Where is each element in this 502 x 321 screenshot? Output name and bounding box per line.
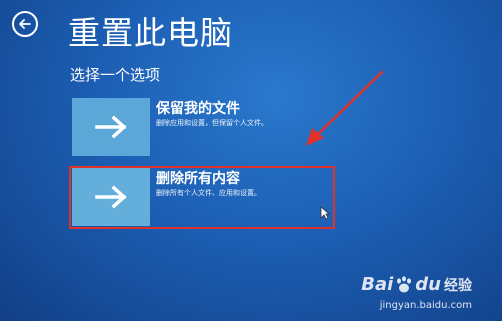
back-button[interactable] [12, 11, 38, 37]
back-arrow-icon [19, 19, 31, 29]
option-description: 删除所有个人文件、应用和设置。 [156, 189, 261, 197]
option-tile [72, 168, 150, 226]
watermark-suffix: 经验 [444, 277, 472, 294]
mouse-cursor-icon [320, 206, 330, 220]
option-remove-everything[interactable]: 删除所有内容 删除所有个人文件、应用和设置。 [72, 168, 334, 228]
option-tile [72, 98, 150, 156]
option-title: 删除所有内容 [156, 171, 240, 187]
reset-pc-screen: 重置此电脑 选择一个选项 保留我的文件 删除应用和设置，但保留个人文件。 删除所… [0, 0, 502, 321]
watermark-url: jingyan.baidu.com [379, 300, 472, 311]
option-description: 删除应用和设置，但保留个人文件。 [156, 119, 268, 127]
watermark-brand-left: Bai [361, 274, 394, 295]
page-subtitle: 选择一个选项 [70, 66, 161, 84]
option-title: 保留我的文件 [156, 101, 240, 117]
baidu-jingyan-logo: Bai du 经验 [361, 274, 472, 295]
page-title: 重置此电脑 [68, 14, 234, 52]
option-keep-files[interactable]: 保留我的文件 删除应用和设置，但保留个人文件。 [72, 98, 334, 158]
paw-icon [397, 275, 412, 292]
watermark-brand-right: du [415, 274, 441, 295]
right-arrow-icon [95, 115, 127, 139]
right-arrow-icon [95, 185, 127, 209]
